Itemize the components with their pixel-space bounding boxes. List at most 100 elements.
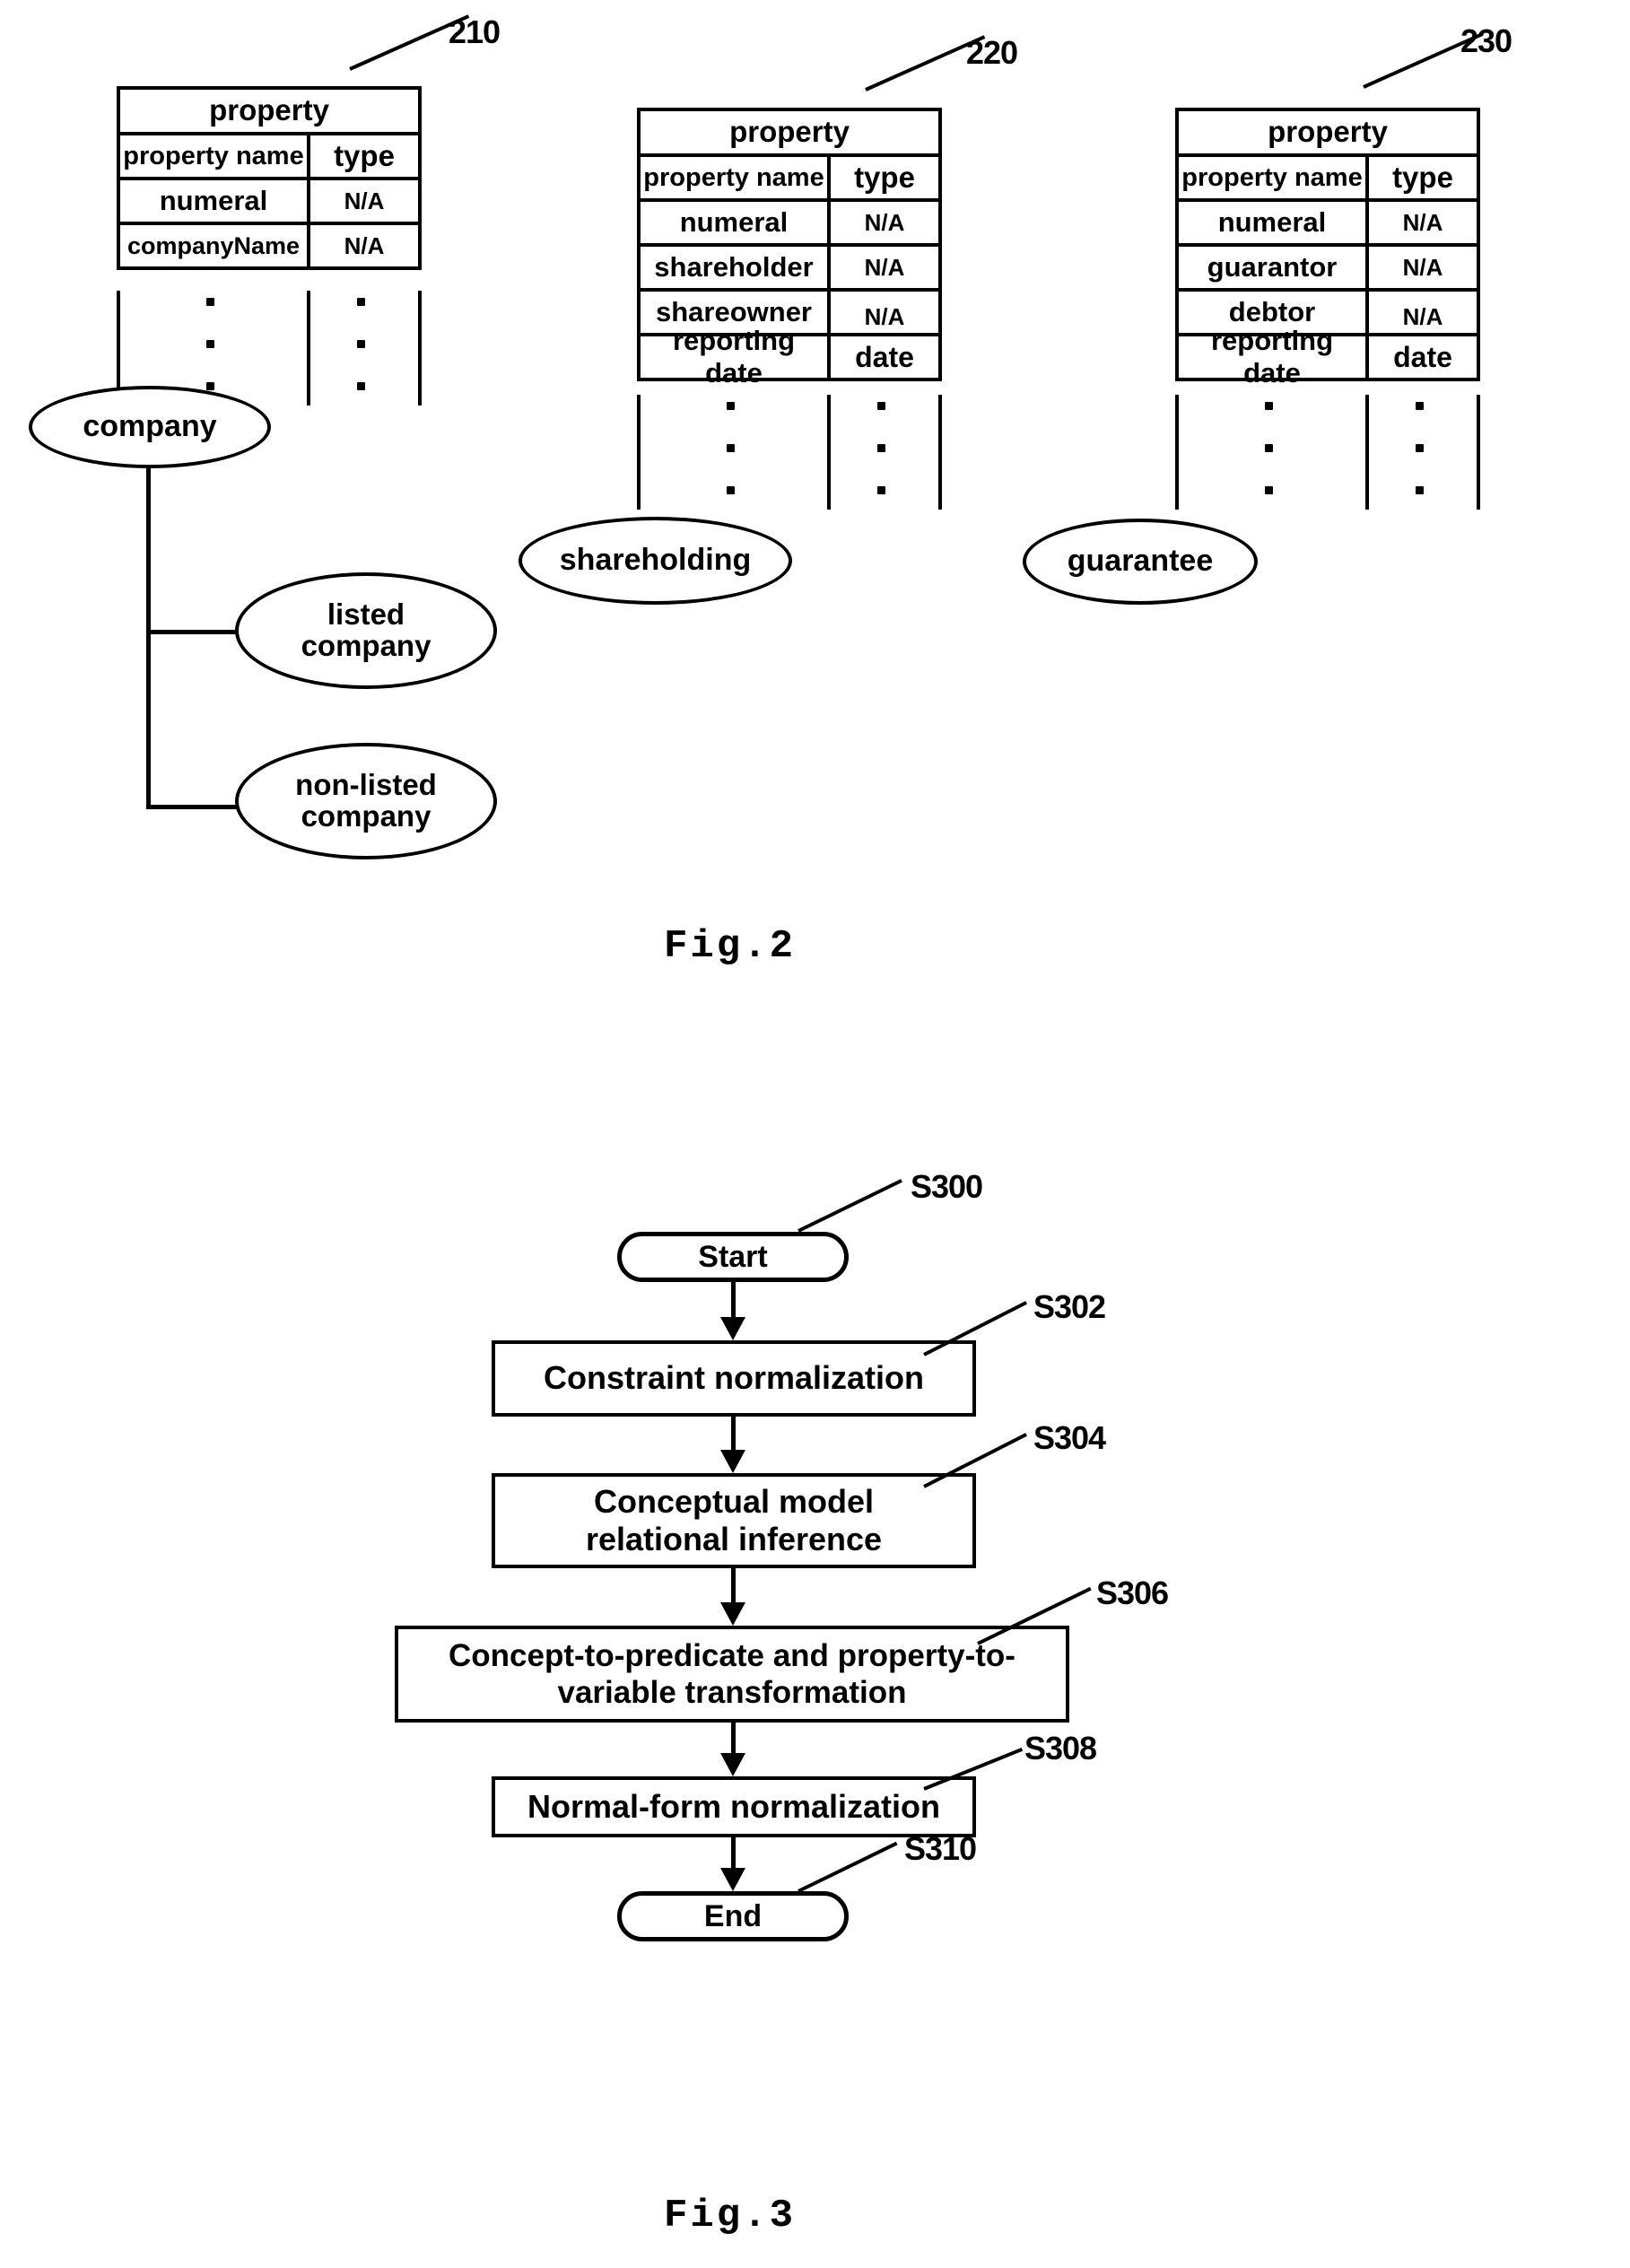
table-210-cell-name-0: numeral	[120, 180, 310, 222]
table-230-continuation	[1175, 395, 1480, 510]
flow-arrow-head-2	[720, 1450, 745, 1473]
reference-numeral-s308: S308	[1024, 1730, 1097, 1766]
table-220-header-row: property name type	[641, 157, 938, 202]
table-220-frame: property property name type numeral N/A …	[637, 108, 942, 388]
figure-3: Start S300 Constraint normalization S302…	[0, 1148, 1630, 2268]
patent-drawing-page: property property name type numeral N/A …	[0, 0, 1630, 2268]
table-230-rule-left	[1175, 395, 1179, 510]
table-220-title: property	[729, 115, 850, 148]
flow-arrow-head-5	[720, 1868, 745, 1891]
reference-numeral-s310: S310	[904, 1830, 977, 1867]
table-230-cell-name-1: guarantor	[1179, 247, 1369, 288]
table-230-cell-type-3: date	[1393, 340, 1452, 373]
table-row: numeral N/A	[641, 202, 938, 247]
table-230-rule-mid	[1365, 395, 1369, 510]
table-230-cell-name-3: reporting date	[1179, 325, 1369, 388]
flow-step-s302: Constraint normalization	[492, 1340, 976, 1417]
table-230-ellipsis-type	[1416, 402, 1425, 528]
hierarchy-branch-listed	[146, 630, 238, 634]
concept-label-company: company	[83, 409, 217, 444]
table-220-cell-type-1: N/A	[864, 253, 905, 281]
reference-numeral-s302: S302	[1033, 1288, 1106, 1325]
reference-numeral-210: 210	[449, 13, 501, 50]
flow-terminator-end: End	[617, 1891, 849, 1941]
hierarchy-trunk	[146, 467, 151, 809]
flow-label-s304: Conceptual model relational inference	[585, 1482, 883, 1557]
table-210-rule-right	[418, 291, 422, 406]
table-230-ellipsis-name	[1265, 402, 1274, 528]
table-210-ellipsis-type	[357, 298, 366, 424]
figure-2: property property name type numeral N/A …	[0, 0, 1630, 1005]
table-row: numeral N/A	[1179, 202, 1477, 247]
flow-label-s306: Concept-to-predicate and property-to- va…	[449, 1637, 1015, 1710]
leader-line-s310	[798, 1841, 898, 1893]
table-220-rule-mid	[827, 395, 831, 510]
flow-terminator-start: Start	[617, 1232, 849, 1282]
concept-node-non-listed-company: non-listed company	[235, 743, 497, 859]
table-row: reporting date date	[641, 325, 938, 388]
table-210-cell-type-1: N/A	[344, 231, 385, 259]
table-220-col-property-name: property name	[641, 157, 831, 198]
table-230-frame: property property name type numeral N/A …	[1175, 108, 1480, 388]
table-220-cell-name-3: reporting date	[641, 325, 831, 388]
table-row: reporting date date	[1179, 325, 1477, 388]
table-230-title-row: property	[1179, 111, 1477, 157]
concept-label-listed-company: listed company	[301, 598, 431, 662]
concept-label-shareholding: shareholding	[559, 543, 752, 578]
flow-arrow-head-3	[720, 1602, 745, 1626]
flow-step-s306: Concept-to-predicate and property-to- va…	[395, 1626, 1069, 1723]
table-row: numeral N/A	[120, 180, 418, 225]
concept-label-guarantee: guarantee	[1067, 544, 1214, 579]
table-230-cell-name-0: numeral	[1179, 202, 1369, 243]
table-220-cell-type-3: date	[855, 340, 914, 373]
table-row: guarantor N/A	[1179, 247, 1477, 292]
flow-label-start: Start	[698, 1239, 768, 1274]
flow-arrow-head-4	[720, 1753, 745, 1776]
table-220-cell-type-0: N/A	[864, 208, 905, 236]
reference-numeral-220: 220	[966, 34, 1018, 71]
reference-numeral-s300: S300	[911, 1168, 983, 1205]
table-220-rule-right	[938, 395, 942, 510]
concept-node-shareholding: shareholding	[519, 517, 792, 605]
table-230-cell-type-1: N/A	[1402, 253, 1443, 281]
table-220-continuation	[637, 395, 942, 510]
table-220-ellipsis-type	[877, 402, 886, 528]
flow-arrow-head-1	[720, 1317, 745, 1340]
flow-step-s308: Normal-form normalization	[492, 1776, 976, 1837]
figure-caption-fig2: Fig.2	[664, 924, 797, 969]
table-230-col-type: type	[1392, 161, 1453, 194]
table-row: companyName N/A	[120, 225, 418, 270]
table-220-ellipsis-name	[727, 402, 736, 528]
table-220-col-type: type	[854, 161, 915, 194]
table-210-rule-mid	[307, 291, 310, 406]
table-220-cell-name-0: numeral	[641, 202, 831, 243]
table-210-frame: property property name type numeral N/A …	[117, 86, 422, 270]
table-210-title: property	[209, 93, 329, 126]
table-210-cell-type-0: N/A	[344, 187, 385, 214]
table-230-cell-type-2: N/A	[1402, 303, 1443, 330]
table-210-col-type: type	[334, 139, 395, 172]
table-210-col-property-name: property name	[120, 135, 310, 177]
leader-line-s300	[798, 1179, 902, 1233]
reference-numeral-230: 230	[1460, 22, 1512, 59]
table-210-header-row: property name type	[120, 135, 418, 180]
concept-node-company: company	[29, 386, 271, 468]
flow-label-s302: Constraint normalization	[543, 1359, 925, 1397]
table-220-cell-name-1: shareholder	[641, 247, 831, 288]
figure-caption-fig3: Fig.3	[664, 2194, 797, 2238]
table-220-rule-left	[637, 395, 641, 510]
concept-label-non-listed-company: non-listed company	[295, 768, 437, 833]
table-row: shareholder N/A	[641, 247, 938, 292]
table-230-rule-right	[1477, 395, 1480, 510]
hierarchy-branch-non-listed	[146, 805, 238, 809]
table-230-col-property-name: property name	[1179, 157, 1369, 198]
table-210-cell-name-1: companyName	[120, 225, 310, 266]
table-210-title-row: property	[120, 90, 418, 135]
table-230-header-row: property name type	[1179, 157, 1477, 202]
table-220-title-row: property	[641, 111, 938, 157]
concept-node-guarantee: guarantee	[1023, 519, 1258, 605]
flow-step-s304: Conceptual model relational inference	[492, 1473, 976, 1568]
table-220-cell-type-2: N/A	[864, 303, 905, 330]
reference-numeral-s306: S306	[1096, 1575, 1169, 1611]
flow-label-s308: Normal-form normalization	[527, 1787, 941, 1825]
